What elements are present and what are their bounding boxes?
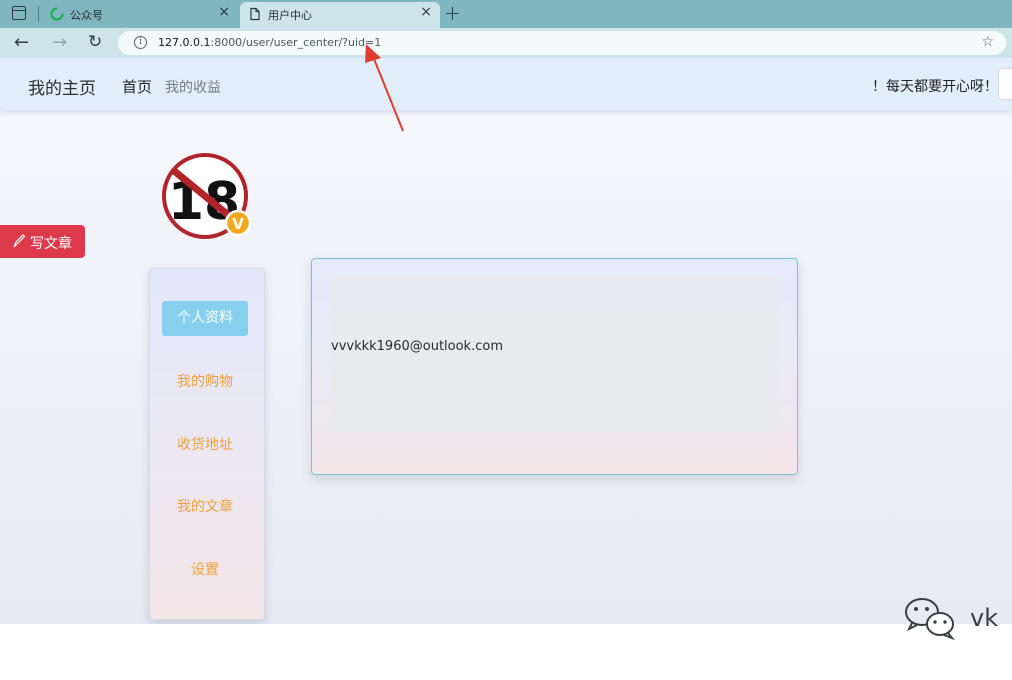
menu-item-settings[interactable]: 设置 bbox=[162, 553, 248, 588]
menu-item-articles[interactable]: 我的文章 bbox=[162, 490, 248, 525]
back-icon[interactable]: ← bbox=[14, 32, 29, 53]
navbar-search-input[interactable] bbox=[998, 68, 1012, 100]
user-avatar[interactable]: 18 V bbox=[160, 153, 252, 245]
menu-item-address[interactable]: 收货地址 bbox=[162, 428, 248, 463]
greeting-text: ！每天都要开心呀！ bbox=[872, 79, 998, 95]
write-article-button[interactable]: 写文章 bbox=[0, 225, 85, 258]
reload-icon[interactable]: ↻ bbox=[88, 32, 102, 52]
page-footer-area bbox=[0, 624, 1012, 680]
page-icon bbox=[250, 7, 260, 21]
watermark-text: vk bbox=[970, 604, 999, 632]
profile-info-panel: vvvkkk1960@outlook.com bbox=[331, 277, 779, 432]
verified-badge-letter: V bbox=[232, 215, 244, 233]
site-navbar: 我的主页 首页 我的收益 ！每天都要开心呀！ bbox=[0, 58, 1012, 110]
browser-tab-strip: 公众号 × 用户中心 × + bbox=[0, 0, 1012, 28]
tab-user-center[interactable]: 用户中心 × bbox=[240, 2, 440, 28]
url-text[interactable]: 127.0.0.1:8000/user/user_center/?uid=1 bbox=[158, 36, 381, 49]
close-tab-icon[interactable]: × bbox=[218, 4, 230, 20]
url-path: :8000/user/user_center/?uid=1 bbox=[210, 36, 382, 49]
pen-icon bbox=[13, 234, 26, 248]
forward-icon[interactable]: → bbox=[52, 32, 67, 53]
site-info-icon[interactable]: i bbox=[134, 36, 147, 49]
url-host: 127.0.0.1 bbox=[158, 36, 211, 49]
user-email: vvvkkk1960@outlook.com bbox=[331, 339, 503, 354]
page-body: 我的主页 首页 我的收益 ！每天都要开心呀！ 18 V 写文章 个人资料 我的购… bbox=[0, 58, 1012, 624]
wechat-tab-icon bbox=[50, 7, 64, 21]
user-side-menu: 个人资料 我的购物 收货地址 我的文章 设置 bbox=[149, 268, 265, 620]
browser-toolbar: ← → ↻ i 127.0.0.1:8000/user/user_center/… bbox=[0, 28, 1012, 58]
brand-link[interactable]: 我的主页 bbox=[28, 74, 96, 99]
profile-card: vvvkkk1960@outlook.com bbox=[311, 258, 798, 475]
tab-user-center-label: 用户中心 bbox=[268, 9, 312, 22]
nav-home-link[interactable]: 首页 bbox=[122, 76, 152, 97]
tab-wechat[interactable]: 公众号 × bbox=[42, 2, 238, 28]
address-bar[interactable]: i 127.0.0.1:8000/user/user_center/?uid=1… bbox=[118, 31, 1006, 55]
tab-wechat-label: 公众号 bbox=[70, 9, 103, 22]
write-article-label: 写文章 bbox=[30, 236, 72, 252]
menu-item-profile[interactable]: 个人资料 bbox=[162, 301, 248, 336]
new-tab-button[interactable]: + bbox=[444, 1, 461, 25]
tab-actions-icon[interactable] bbox=[12, 6, 26, 20]
nav-income-link[interactable]: 我的收益 bbox=[165, 77, 221, 97]
favorite-star-icon[interactable]: ☆ bbox=[981, 34, 994, 50]
tab-divider bbox=[38, 6, 39, 22]
menu-item-purchases[interactable]: 我的购物 bbox=[162, 365, 248, 400]
close-tab-icon[interactable]: × bbox=[420, 4, 432, 20]
